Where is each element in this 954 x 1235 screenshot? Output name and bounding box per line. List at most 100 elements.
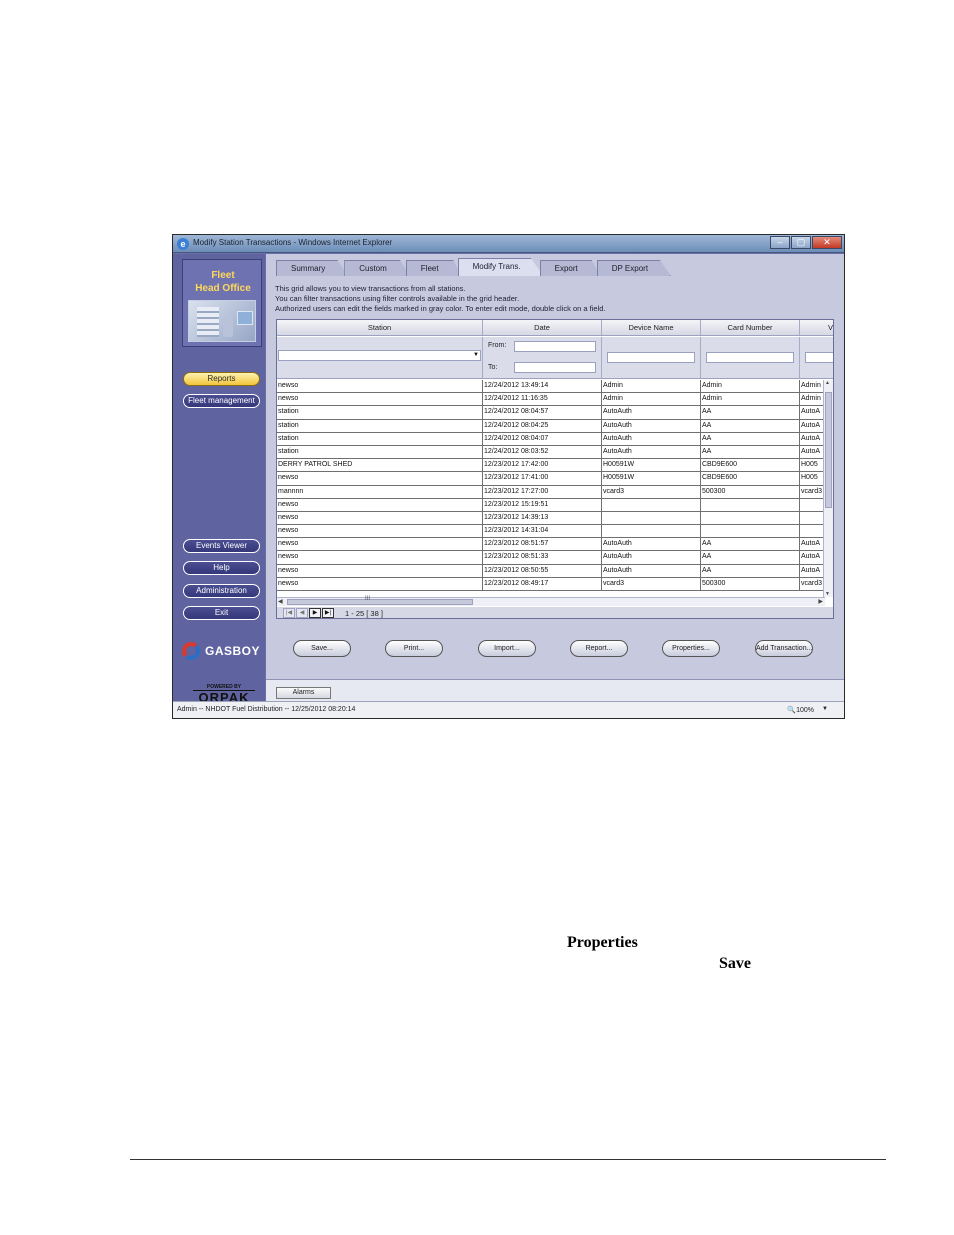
- table-cell[interactable]: 12/23/2012 15:19:51: [483, 498, 602, 511]
- table-cell[interactable]: AA: [701, 551, 800, 564]
- close-button[interactable]: ✕: [812, 236, 842, 249]
- table-row[interactable]: newso 12/24/2012 11:16:35 Admin Admin Admin: [277, 393, 833, 407]
- table-cell[interactable]: Admin: [602, 380, 701, 393]
- table-row[interactable]: newso 12/23/2012 15:19:51: [277, 498, 833, 512]
- table-cell[interactable]: newso: [277, 472, 483, 485]
- tab-dp-export[interactable]: DP Export: [596, 260, 672, 276]
- table-cell[interactable]: AA: [701, 538, 800, 551]
- events-viewer-button[interactable]: Events Viewer: [183, 539, 260, 553]
- table-cell[interactable]: Admin: [602, 393, 701, 406]
- table-cell[interactable]: AA: [701, 564, 800, 577]
- table-cell[interactable]: CBD9E600: [701, 472, 800, 485]
- table-cell[interactable]: 12/24/2012 08:04:57: [483, 406, 602, 419]
- table-row[interactable]: newso 12/23/2012 08:50:55 AutoAuth AA AutoA: [277, 564, 833, 578]
- print-button[interactable]: Print...: [385, 640, 443, 657]
- table-cell[interactable]: AA: [701, 432, 800, 445]
- help-button[interactable]: Help: [183, 561, 260, 575]
- table-cell[interactable]: 12/23/2012 08:51:57: [483, 538, 602, 551]
- table-cell[interactable]: 500300: [701, 485, 800, 498]
- table-cell[interactable]: mannnn: [277, 485, 483, 498]
- column-header-date[interactable]: Date: [483, 320, 602, 335]
- table-cell[interactable]: station: [277, 406, 483, 419]
- table-cell[interactable]: newso: [277, 538, 483, 551]
- zoom-level[interactable]: 🔍100%: [787, 706, 814, 714]
- table-cell[interactable]: AutoAuth: [602, 564, 701, 577]
- table-row[interactable]: station 12/24/2012 08:04:07 AutoAuth AA Auto…: [277, 432, 833, 446]
- table-cell[interactable]: 12/24/2012 13:49:14: [483, 380, 602, 393]
- scroll-left-icon[interactable]: ◀: [278, 598, 283, 605]
- station-filter-dropdown[interactable]: [278, 350, 481, 361]
- tab-export[interactable]: Export: [539, 260, 601, 276]
- prev-page-icon[interactable]: ◀: [296, 608, 308, 618]
- nav-reports-button[interactable]: Reports: [183, 372, 260, 386]
- table-row[interactable]: newso 12/23/2012 08:51:57 AutoAuth AA AutoA: [277, 538, 833, 552]
- column-header-device-name[interactable]: Device Name: [602, 320, 701, 335]
- properties-button[interactable]: Properties...: [662, 640, 720, 657]
- table-row[interactable]: newso 12/23/2012 14:31:04: [277, 525, 833, 539]
- table-cell[interactable]: AutoAuth: [602, 551, 701, 564]
- first-page-icon[interactable]: |◀: [283, 608, 295, 618]
- horizontal-scrollbar[interactable]: ◀ III ▶: [277, 596, 825, 606]
- save-button[interactable]: Save...: [293, 640, 351, 657]
- table-cell[interactable]: newso: [277, 551, 483, 564]
- table-cell[interactable]: AutoAuth: [602, 432, 701, 445]
- add-transaction-button[interactable]: Add Transaction...: [755, 640, 813, 657]
- scroll-down-icon[interactable]: ▼: [825, 591, 830, 597]
- table-cell[interactable]: vcard3: [602, 485, 701, 498]
- table-cell[interactable]: AA: [701, 445, 800, 459]
- table-cell[interactable]: newso: [277, 577, 483, 590]
- import-button[interactable]: Import...: [478, 640, 536, 657]
- table-row[interactable]: station 12/24/2012 08:03:52 AutoAuth AA Auto…: [277, 445, 833, 460]
- table-cell[interactable]: 12/23/2012 17:42:00: [483, 459, 602, 472]
- zoom-dropdown-icon[interactable]: ▼: [822, 706, 828, 712]
- table-cell[interactable]: [701, 525, 800, 538]
- table-row[interactable]: newso 12/23/2012 17:41:00 H00591W CBD9E600 H…: [277, 472, 833, 486]
- column-header-v[interactable]: V: [800, 320, 833, 335]
- maximize-button[interactable]: ▢: [791, 236, 811, 249]
- table-cell[interactable]: 12/23/2012 17:41:00: [483, 472, 602, 485]
- table-cell[interactable]: newso: [277, 380, 483, 393]
- exit-button[interactable]: Exit: [183, 606, 260, 620]
- tab-fleet[interactable]: Fleet: [405, 260, 462, 276]
- table-cell[interactable]: [701, 498, 800, 511]
- nav-fleet-management-button[interactable]: Fleet management: [183, 394, 260, 408]
- tab-modify-trans[interactable]: Modify Trans.: [457, 258, 544, 276]
- table-cell[interactable]: [701, 511, 800, 525]
- table-cell[interactable]: Admin: [701, 393, 800, 406]
- table-cell[interactable]: 12/24/2012 08:04:07: [483, 432, 602, 445]
- table-cell[interactable]: AutoAuth: [602, 445, 701, 459]
- table-cell[interactable]: newso: [277, 393, 483, 406]
- scroll-right-icon[interactable]: ▶: [818, 598, 823, 605]
- table-row[interactable]: station 12/24/2012 08:04:57 AutoAuth AA Auto…: [277, 406, 833, 420]
- table-row[interactable]: station 12/24/2012 08:04:25 AutoAuth AA Auto…: [277, 419, 833, 433]
- table-row[interactable]: newso 12/24/2012 13:49:14 Admin Admin Admin: [277, 380, 833, 394]
- table-cell[interactable]: station: [277, 445, 483, 459]
- table-cell[interactable]: AA: [701, 406, 800, 419]
- table-cell[interactable]: H00591W: [602, 459, 701, 472]
- table-cell[interactable]: newso: [277, 498, 483, 511]
- table-cell[interactable]: vcard3: [602, 577, 701, 590]
- report-button[interactable]: Report...: [570, 640, 628, 657]
- table-cell[interactable]: 12/23/2012 08:49:17: [483, 577, 602, 590]
- table-cell[interactable]: 12/23/2012 14:39:13: [483, 511, 602, 525]
- table-cell[interactable]: newso: [277, 511, 483, 525]
- table-cell[interactable]: 500300: [701, 577, 800, 590]
- table-cell[interactable]: AA: [701, 419, 800, 432]
- table-cell[interactable]: AutoAuth: [602, 406, 701, 419]
- table-cell[interactable]: AutoAuth: [602, 538, 701, 551]
- v-filter-input[interactable]: [805, 352, 833, 363]
- table-cell[interactable]: AutoAuth: [602, 419, 701, 432]
- table-row[interactable]: newso 12/23/2012 08:51:33 AutoAuth AA AutoA: [277, 551, 833, 565]
- table-row[interactable]: DERRY PATROL SHED 12/23/2012 17:42:00 H005…: [277, 459, 833, 473]
- tab-custom[interactable]: Custom: [344, 260, 410, 276]
- table-row[interactable]: newso 12/23/2012 08:49:17 vcard3 500300 vcar…: [277, 577, 833, 591]
- table-row[interactable]: mannnn 12/23/2012 17:27:00 vcard3 500300 vca…: [277, 485, 833, 499]
- table-cell[interactable]: station: [277, 432, 483, 445]
- chevron-down-icon[interactable]: ▼: [473, 352, 479, 358]
- vertical-scroll-thumb[interactable]: [825, 392, 832, 508]
- table-row[interactable]: newso 12/23/2012 14:39:13: [277, 511, 833, 526]
- table-cell[interactable]: DERRY PATROL SHED: [277, 459, 483, 472]
- table-cell[interactable]: 12/23/2012 08:50:55: [483, 564, 602, 577]
- table-cell[interactable]: [602, 498, 701, 511]
- administration-button[interactable]: Administration: [183, 584, 260, 598]
